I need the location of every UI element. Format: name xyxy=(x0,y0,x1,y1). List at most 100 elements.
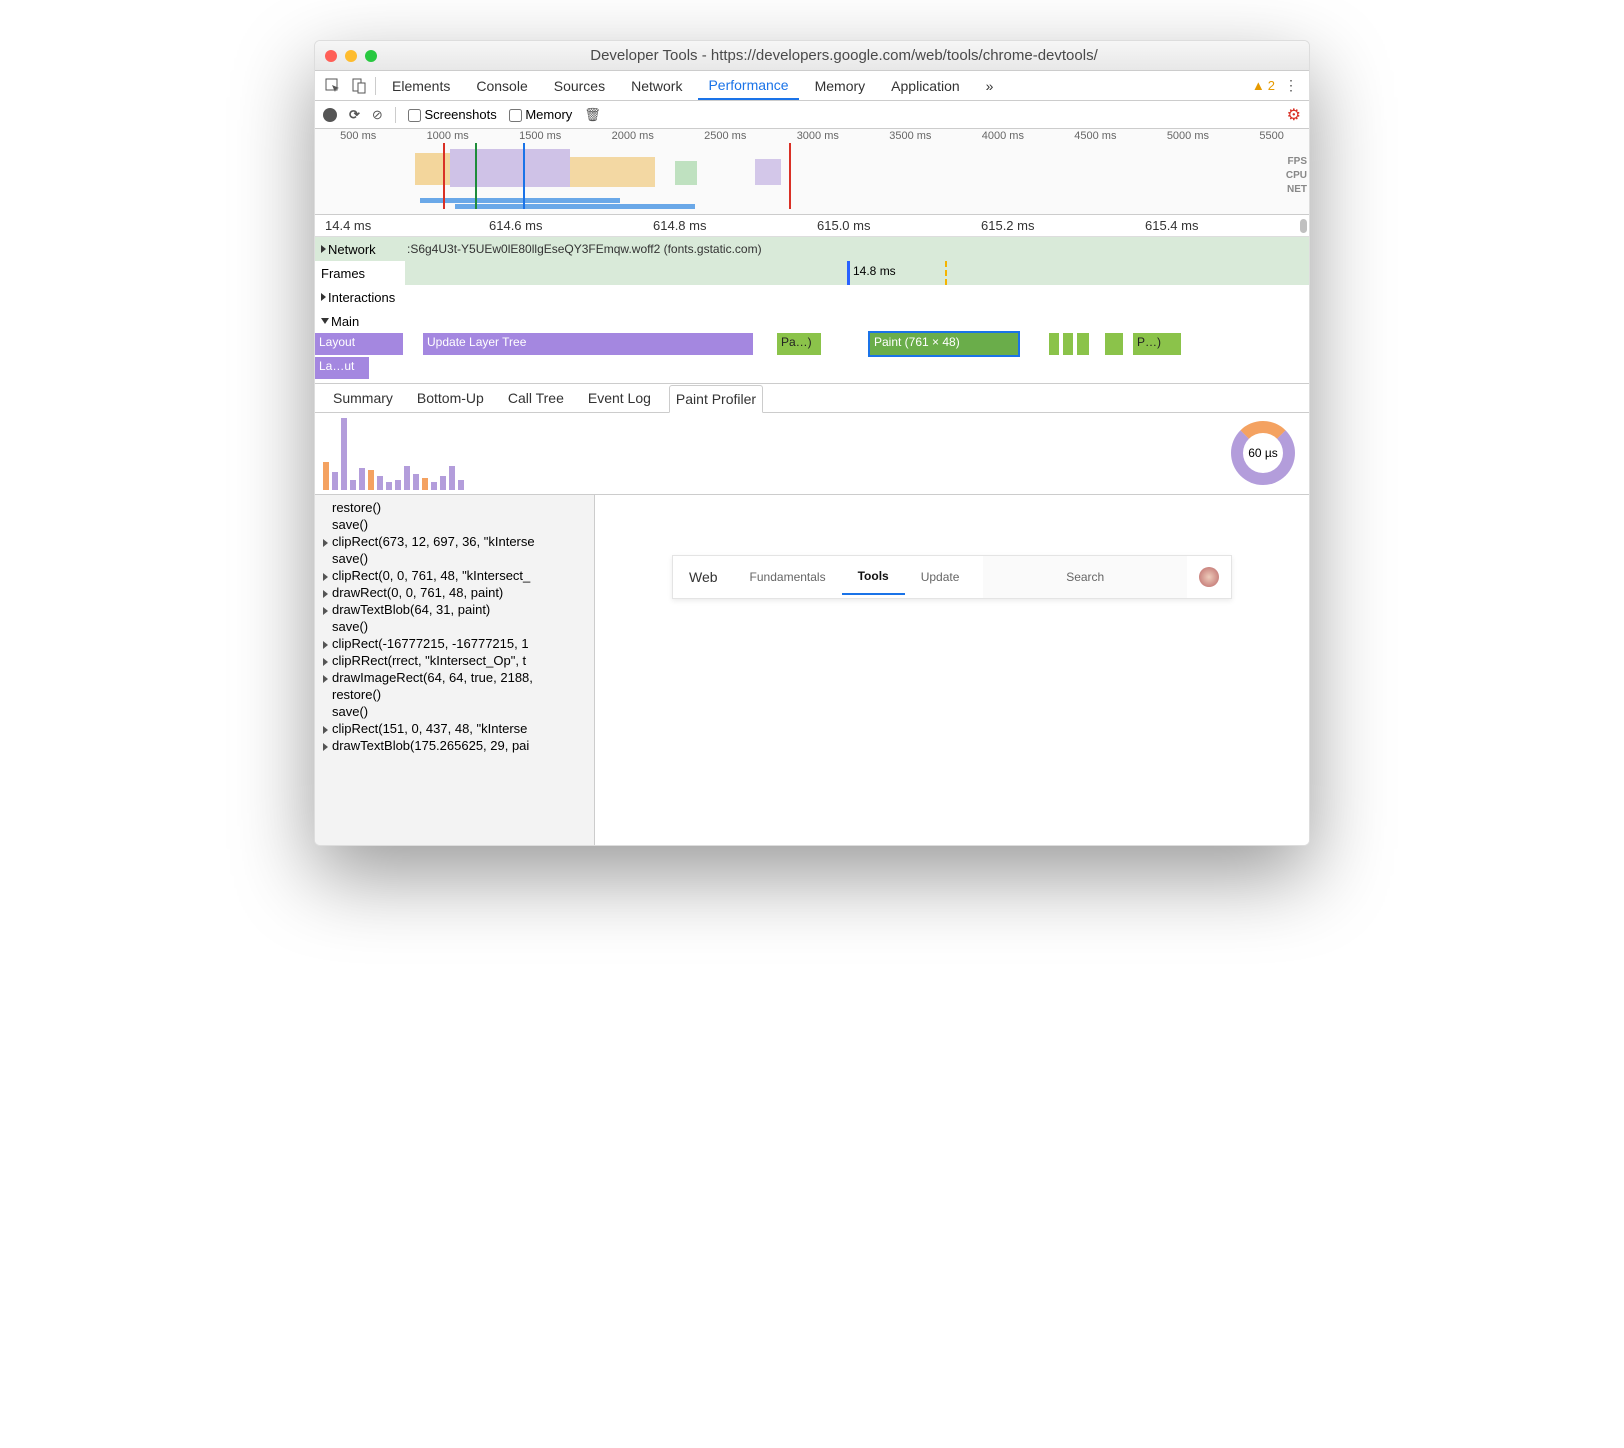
tab-elements[interactable]: Elements xyxy=(382,73,460,99)
expand-icon[interactable] xyxy=(323,658,328,666)
subtab-bottom-up[interactable]: Bottom-Up xyxy=(411,385,490,411)
paint-command[interactable]: drawTextBlob(64, 31, paint) xyxy=(317,601,592,618)
overview-tick: 4500 ms xyxy=(1074,130,1116,142)
device-toggle-icon[interactable] xyxy=(349,76,369,96)
track-frames[interactable]: Frames 14.8 ms xyxy=(315,261,1309,285)
expand-icon[interactable] xyxy=(323,607,328,615)
tab-network[interactable]: Network xyxy=(621,73,692,99)
trash-icon[interactable]: 🗑 xyxy=(584,107,601,123)
paint-profiler-sparkline[interactable]: 60 µs xyxy=(315,413,1309,495)
titlebar: Developer Tools - https://developers.goo… xyxy=(315,41,1309,71)
paint-commands-list[interactable]: restore()save()clipRect(673, 12, 697, 36… xyxy=(315,495,595,845)
tab-sources[interactable]: Sources xyxy=(544,73,615,99)
paint-command[interactable]: drawRect(0, 0, 761, 48, paint) xyxy=(317,584,592,601)
paint-command[interactable]: restore() xyxy=(317,499,592,516)
event-paint-selected[interactable]: Paint (761 × 48) xyxy=(870,333,1018,355)
overview-tick: 1000 ms xyxy=(427,130,469,142)
flame-tracks: Network :S6g4U3t-Y5UEw0lE80llgEseQY3FEmq… xyxy=(315,237,1309,383)
memory-checkbox[interactable]: Memory xyxy=(509,107,573,122)
expand-icon[interactable] xyxy=(323,539,328,547)
clear-icon[interactable]: ⊘ xyxy=(372,107,383,123)
subtab-paint-profiler[interactable]: Paint Profiler xyxy=(669,385,763,413)
avatar-icon xyxy=(1199,567,1219,587)
paint-command[interactable]: clipRect(0, 0, 761, 48, "kIntersect_ xyxy=(317,567,592,584)
paint-command[interactable]: save() xyxy=(317,618,592,635)
track-interactions[interactable]: Interactions xyxy=(315,285,1309,309)
scroll-thumb[interactable] xyxy=(1300,219,1307,233)
subtab-call-tree[interactable]: Call Tree xyxy=(502,385,570,411)
event-paint-small[interactable] xyxy=(1063,333,1073,355)
track-main-header[interactable]: Main xyxy=(315,309,1309,333)
expand-icon[interactable] xyxy=(323,590,328,598)
paint-command[interactable]: drawImageRect(64, 64, true, 2188, xyxy=(317,669,592,686)
timeline-overview[interactable]: 500 ms 1000 ms 1500 ms 2000 ms 2500 ms 3… xyxy=(315,129,1309,215)
zoom-icon[interactable] xyxy=(365,50,377,62)
event-paint-small[interactable] xyxy=(1105,333,1123,355)
performance-toolbar: ⟳ ⊘ Screenshots Memory 🗑 ⚙ xyxy=(315,101,1309,129)
track-network[interactable]: Network :S6g4U3t-Y5UEw0lE80llgEseQY3FEmq… xyxy=(315,237,1309,261)
paint-command[interactable]: save() xyxy=(317,516,592,533)
paint-command[interactable]: restore() xyxy=(317,686,592,703)
expand-icon[interactable] xyxy=(323,726,328,734)
subtab-summary[interactable]: Summary xyxy=(327,385,399,411)
event-paint-small[interactable] xyxy=(1049,333,1059,355)
minimize-icon[interactable] xyxy=(345,50,357,62)
network-resource: :S6g4U3t-Y5UEw0lE80llgEseQY3FEmqw.woff2 … xyxy=(405,242,762,256)
event-update-layer-tree[interactable]: Update Layer Tree xyxy=(423,333,753,355)
paint-command[interactable]: save() xyxy=(317,550,592,567)
devtools-window: Developer Tools - https://developers.goo… xyxy=(314,40,1310,846)
frame-time: 14.8 ms xyxy=(853,264,896,278)
expand-icon[interactable] xyxy=(323,641,328,649)
window-title: Developer Tools - https://developers.goo… xyxy=(389,47,1299,64)
preview-fundamentals: Fundamentals xyxy=(734,570,842,584)
paint-command[interactable]: clipRect(-16777215, -16777215, 1 xyxy=(317,635,592,652)
overview-tick: 1500 ms xyxy=(519,130,561,142)
event-layout[interactable]: Layout xyxy=(315,333,403,355)
settings-gear-icon[interactable]: ⚙ xyxy=(1287,105,1301,125)
subtab-event-log[interactable]: Event Log xyxy=(582,385,657,411)
overview-tick: 3000 ms xyxy=(797,130,839,142)
warnings-badge[interactable]: ▲ 2 xyxy=(1252,78,1275,93)
record-button[interactable] xyxy=(323,108,337,122)
paint-command[interactable]: clipRect(673, 12, 697, 36, "kInterse xyxy=(317,533,592,550)
overview-right-labels: FPS CPU NET xyxy=(1286,155,1307,197)
overview-tick: 500 ms xyxy=(340,130,376,142)
tabs-overflow[interactable]: » xyxy=(976,73,1004,99)
overview-tick: 5000 ms xyxy=(1167,130,1209,142)
paint-command[interactable]: drawTextBlob(175.265625, 29, pai xyxy=(317,737,592,754)
event-paint-truncated[interactable]: P…) xyxy=(1133,333,1181,355)
tab-memory[interactable]: Memory xyxy=(805,73,876,99)
paint-profiler-detail: restore()save()clipRect(673, 12, 697, 36… xyxy=(315,495,1309,845)
close-icon[interactable] xyxy=(325,50,337,62)
preview-tools: Tools xyxy=(842,569,905,595)
main-lane[interactable]: Layout Update Layer Tree Pa…) Paint (761… xyxy=(315,333,1309,383)
preview-web: Web xyxy=(673,569,734,585)
event-paint-small[interactable] xyxy=(1077,333,1089,355)
reload-icon[interactable]: ⟳ xyxy=(349,107,360,123)
tab-console[interactable]: Console xyxy=(466,73,537,99)
overview-activity xyxy=(415,143,835,209)
expand-icon[interactable] xyxy=(323,675,328,683)
tab-application[interactable]: Application xyxy=(881,73,970,99)
paint-command[interactable]: clipRect(151, 0, 437, 48, "kInterse xyxy=(317,720,592,737)
kebab-menu-icon[interactable]: ⋮ xyxy=(1281,76,1301,96)
overview-tick: 3500 ms xyxy=(889,130,931,142)
overview-tick: 4000 ms xyxy=(982,130,1024,142)
overview-tick: 5500 xyxy=(1259,130,1283,142)
expand-icon[interactable] xyxy=(323,743,328,751)
paint-preview: Web Fundamentals Tools Update Search xyxy=(595,495,1309,845)
event-layout-child[interactable]: La…ut xyxy=(315,357,369,379)
inspect-icon[interactable] xyxy=(323,76,343,96)
panel-tabbar: Elements Console Sources Network Perform… xyxy=(315,71,1309,101)
event-paint-truncated[interactable]: Pa…) xyxy=(777,333,821,355)
expand-icon[interactable] xyxy=(323,573,328,581)
paint-command[interactable]: clipRRect(rrect, "kIntersect_Op", t xyxy=(317,652,592,669)
screenshots-checkbox[interactable]: Screenshots xyxy=(408,107,497,122)
preview-navbar: Web Fundamentals Tools Update Search xyxy=(672,555,1232,599)
profiler-donut: 60 µs xyxy=(1231,421,1295,485)
detail-ruler[interactable]: 14.4 ms 614.6 ms 614.8 ms 615.0 ms 615.2… xyxy=(315,215,1309,237)
tab-performance[interactable]: Performance xyxy=(698,72,798,100)
preview-updates: Update xyxy=(905,570,976,584)
overview-tick: 2500 ms xyxy=(704,130,746,142)
paint-command[interactable]: save() xyxy=(317,703,592,720)
